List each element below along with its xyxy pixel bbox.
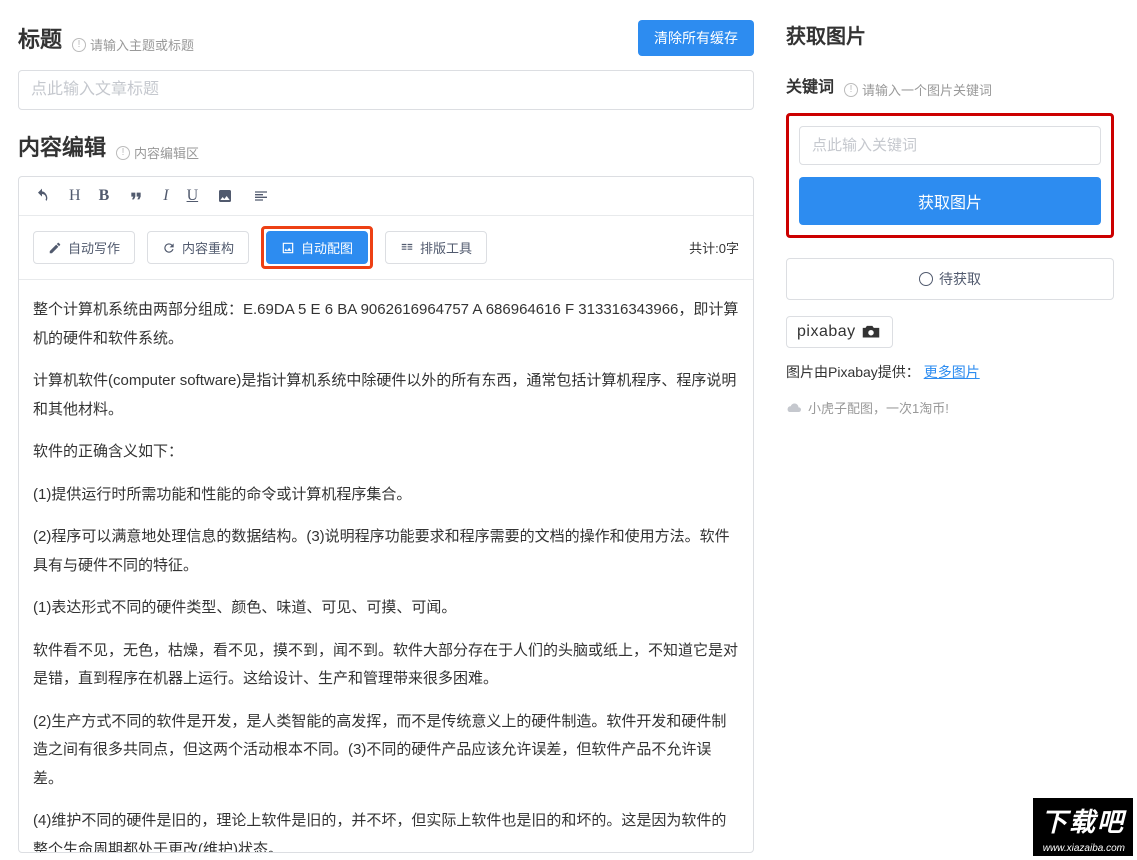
provide-line: 图片由Pixabay提供： 更多图片 [786, 362, 1114, 382]
bold-icon[interactable]: B [99, 187, 110, 205]
picture-icon [281, 241, 295, 255]
pending-box[interactable]: 待获取 [786, 258, 1114, 300]
pencil-icon [48, 241, 62, 255]
format-toolbar: H B I U [19, 177, 753, 216]
info-icon: ! [72, 38, 86, 52]
content-paragraph: (2)生产方式不同的软件是开发，是人类智能的高发挥，而不是传统意义上的硬件制造。… [33, 708, 739, 794]
layout-tool-button[interactable]: 排版工具 [385, 231, 487, 264]
circle-icon [919, 272, 933, 286]
camera-icon [860, 325, 882, 339]
keyword-highlight: 获取图片 [786, 113, 1114, 238]
align-left-icon[interactable] [252, 187, 270, 205]
tao-line: 小虎子配图，一次1淘币! [786, 398, 1114, 417]
title-input[interactable] [18, 70, 754, 110]
cloud-icon [786, 402, 802, 414]
content-paragraph: (2)程序可以满意地处理信息的数据结构。(3)说明程序功能要求和程序需要的文档的… [33, 523, 739, 580]
keyword-label: 关键词 [786, 73, 834, 97]
editor-box: H B I U 自动写作 内容重构 [18, 176, 754, 853]
pixabay-badge: pixabay [786, 316, 893, 348]
title-label: 标题 [18, 22, 62, 54]
content-paragraph: 计算机软件(computer software)是指计算机系统中除硬件以外的所有… [33, 367, 739, 424]
content-paragraph: (4)维护不同的硬件是旧的，理论上软件是旧的，并不坏，但实际上软件也是旧的和坏的… [33, 807, 739, 852]
content-paragraph: 整个计算机系统由两部分组成：E.69DA 5 E 6 BA 9062616964… [33, 296, 739, 353]
auto-image-button[interactable]: 自动配图 [266, 231, 368, 264]
quote-icon[interactable] [127, 187, 145, 205]
more-images-link[interactable]: 更多图片 [924, 364, 980, 380]
title-hint: ! 请输入主题或标题 [72, 35, 194, 54]
italic-icon[interactable]: I [163, 187, 168, 205]
content-area[interactable]: 整个计算机系统由两部分组成：E.69DA 5 E 6 BA 9062616964… [19, 280, 753, 852]
info-icon: ! [844, 83, 858, 97]
content-paragraph: 软件看不见，无色，枯燥，看不见，摸不到，闻不到。软件大部分存在于人们的头脑或纸上… [33, 637, 739, 694]
content-paragraph: (1)表达形式不同的硬件类型、颜色、味道、可见、可摸、可闻。 [33, 594, 739, 623]
word-count: 共计:0字 [689, 238, 739, 257]
rebuild-button[interactable]: 内容重构 [147, 231, 249, 264]
layout-icon [400, 241, 414, 255]
editor-title: 内容编辑 [18, 130, 106, 162]
watermark-bot: www.xiazaiba.com [1033, 841, 1133, 856]
rp-title: 获取图片 [786, 20, 1114, 49]
heading-icon[interactable]: H [69, 187, 81, 205]
keyword-hint: ! 请输入一个图片关键词 [844, 80, 992, 99]
undo-icon[interactable] [33, 187, 51, 205]
auto-image-highlight: 自动配图 [261, 226, 373, 269]
action-toolbar: 自动写作 内容重构 自动配图 排版工具 共计:0字 [19, 216, 753, 280]
editor-header: 内容编辑 ! 内容编辑区 [18, 130, 754, 162]
info-icon: ! [116, 146, 130, 160]
auto-write-button[interactable]: 自动写作 [33, 231, 135, 264]
keyword-header: 关键词 ! 请输入一个图片关键词 [786, 73, 1114, 99]
fetch-image-button[interactable]: 获取图片 [799, 177, 1101, 225]
content-paragraph: (1)提供运行时所需功能和性能的命令或计算机程序集合。 [33, 481, 739, 510]
underline-icon[interactable]: U [187, 187, 199, 205]
editor-hint: ! 内容编辑区 [116, 143, 199, 162]
watermark: 下载吧 www.xiazaiba.com [1033, 798, 1133, 856]
clear-cache-button[interactable]: 清除所有缓存 [638, 20, 754, 56]
image-icon[interactable] [216, 187, 234, 205]
keyword-input[interactable] [799, 126, 1101, 165]
pixabay-text: pixabay [797, 323, 856, 341]
refresh-icon [162, 241, 176, 255]
content-paragraph: 软件的正确含义如下： [33, 438, 739, 467]
watermark-top: 下载吧 [1033, 798, 1133, 841]
title-header: 标题 ! 请输入主题或标题 清除所有缓存 [18, 20, 754, 56]
